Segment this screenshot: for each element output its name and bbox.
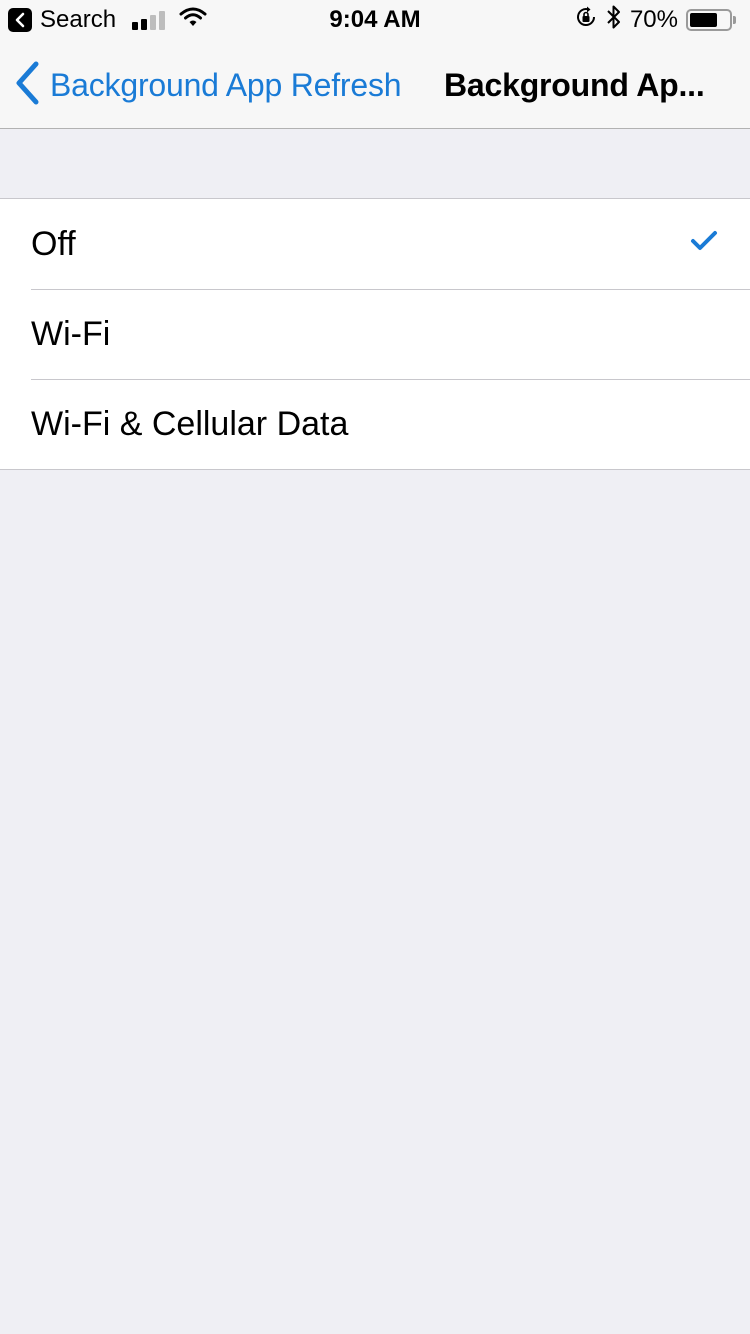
chevron-left-icon <box>14 61 40 110</box>
option-wifi-cellular[interactable]: Wi-Fi & Cellular Data <box>0 379 750 469</box>
option-label: Wi-Fi <box>31 314 111 353</box>
status-bar: Search 9:04 AM 70% <box>0 0 750 40</box>
option-label: Wi-Fi & Cellular Data <box>31 404 349 443</box>
checkmark-icon <box>690 230 718 257</box>
option-label: Off <box>31 224 76 263</box>
rotation-lock-icon <box>574 5 598 36</box>
option-off[interactable]: Off <box>0 199 750 289</box>
battery-icon <box>686 9 736 31</box>
back-button-label: Background App Refresh <box>50 66 402 103</box>
refresh-options-list: Off Wi-Fi Wi-Fi & Cellular Data <box>0 198 750 470</box>
bluetooth-icon <box>606 4 622 37</box>
navigation-bar: Background App Refresh Background Ap... <box>0 40 750 129</box>
option-wifi[interactable]: Wi-Fi <box>0 289 750 379</box>
battery-percent: 70% <box>629 6 678 33</box>
page-title: Background Ap... <box>444 67 705 103</box>
back-button[interactable]: Background App Refresh <box>14 60 402 110</box>
battery-level-fill <box>690 13 717 27</box>
